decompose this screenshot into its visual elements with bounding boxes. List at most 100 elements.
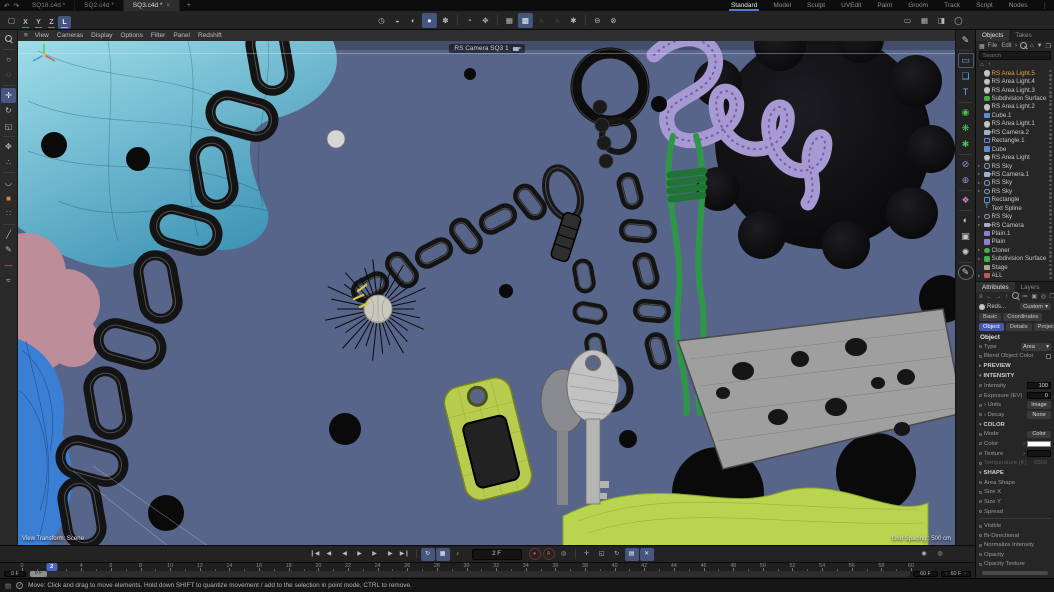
- visibility-dots[interactable]: [1049, 272, 1052, 279]
- next-key-button[interactable]: ∙▶: [383, 548, 397, 561]
- section-header-intensity[interactable]: ▾INTENSITY: [979, 371, 1051, 381]
- close-icon[interactable]: ×: [166, 3, 170, 9]
- preview-range-bar[interactable]: 0 F: [29, 571, 910, 577]
- document-tab[interactable]: SQ18.c4d *: [23, 0, 75, 11]
- range-start-grabber[interactable]: 0 F: [30, 571, 48, 577]
- snap-mode-button[interactable]: ◒: [390, 13, 405, 28]
- knife-tool[interactable]: ╱: [1, 227, 16, 242]
- panel-scrollbar[interactable]: [982, 571, 1048, 575]
- object-row[interactable]: RS Area Light.4: [978, 77, 1054, 85]
- visibility-dots[interactable]: [1049, 146, 1052, 153]
- status-menu-icon[interactable]: ▤: [5, 582, 11, 590]
- keyframe-dot[interactable]: [979, 500, 982, 503]
- redo-icon[interactable]: ↷: [13, 2, 18, 10]
- keyframe-dot[interactable]: [979, 394, 982, 397]
- quantize-b-button[interactable]: ∘: [550, 13, 565, 28]
- attribute-field[interactable]: 0: [1027, 392, 1051, 399]
- prev-key-button[interactable]: ◀∙: [323, 548, 337, 561]
- viewport-menu-options[interactable]: Options: [120, 32, 142, 39]
- section-header-color[interactable]: ▾COLOR: [979, 420, 1051, 430]
- prev-frame-button[interactable]: ◀: [338, 548, 352, 561]
- camera-label[interactable]: RS Camera SQ3 1: [448, 44, 524, 53]
- layout-tab-uvedit[interactable]: UVEdit: [833, 0, 869, 11]
- visibility-dots[interactable]: [1049, 163, 1052, 170]
- layout-tab-script[interactable]: Script: [968, 0, 1001, 11]
- solo-toggle-button[interactable]: ◎: [933, 548, 947, 561]
- visibility-dots[interactable]: [1049, 171, 1052, 178]
- objects-menu-edit[interactable]: Edit: [1001, 43, 1011, 49]
- lock-x-button[interactable]: X: [19, 16, 32, 29]
- attribute-tab-project[interactable]: Project: [1034, 323, 1054, 331]
- layout-tab-track[interactable]: Track: [936, 0, 968, 11]
- object-row[interactable]: Plain: [978, 238, 1054, 246]
- keyframe-dot[interactable]: [979, 355, 982, 358]
- axis-mode-button[interactable]: L: [58, 16, 71, 29]
- search-icon[interactable]: [1020, 42, 1027, 51]
- layout-tab-standard[interactable]: Standard: [723, 0, 765, 11]
- lock-icon[interactable]: ▣: [1032, 293, 1038, 300]
- object-row[interactable]: RS Area Light.5: [978, 69, 1054, 77]
- undo-icon[interactable]: ↶: [4, 2, 9, 10]
- section-header-preview[interactable]: ▸PREVIEW: [979, 361, 1051, 371]
- render-view-button[interactable]: ▭: [900, 13, 915, 28]
- volume-tool[interactable]: ◐: [958, 213, 974, 228]
- lock-z-button[interactable]: Z: [45, 16, 58, 29]
- expander-icon[interactable]: ▸: [978, 222, 982, 228]
- document-tab[interactable]: SQ2.c4d *: [75, 0, 124, 11]
- viewport-search-tool[interactable]: [1, 32, 16, 47]
- object-row[interactable]: Rectangle: [978, 196, 1054, 204]
- playhead[interactable]: 2: [46, 563, 57, 571]
- snap-grid-button[interactable]: ▩: [518, 13, 533, 28]
- field-tool[interactable]: ⊕: [958, 173, 974, 188]
- visibility-dots[interactable]: [1049, 255, 1052, 262]
- tab-attributes[interactable]: Attributes: [976, 282, 1015, 292]
- spinner-left-arrow[interactable]: ‹: [946, 571, 948, 577]
- spinner-right-arrow[interactable]: ›: [964, 571, 966, 577]
- render-to-picture-viewer-button[interactable]: ▦: [917, 13, 932, 28]
- rotate-tool[interactable]: ↻: [1, 104, 16, 119]
- layout-overflow-button[interactable]: ⋮: [1036, 0, 1054, 11]
- shading-button[interactable]: ◐: [406, 13, 421, 28]
- move-tool[interactable]: ✛: [1, 88, 16, 103]
- jump-end-button[interactable]: ▶❙: [398, 548, 412, 561]
- object-row[interactable]: Rectangle.1: [978, 137, 1054, 145]
- expand-arrow-icon[interactable]: ›: [1023, 451, 1025, 457]
- new-window-icon[interactable]: ❐: [1046, 43, 1051, 50]
- subdivision-surface-tool[interactable]: ◉: [958, 105, 974, 120]
- visibility-dots[interactable]: [1049, 137, 1052, 144]
- checkbox[interactable]: [1046, 354, 1052, 360]
- filter-icon[interactable]: ≔: [1022, 293, 1028, 300]
- object-row[interactable]: TText Spline: [978, 204, 1054, 212]
- keyframe-dot[interactable]: [979, 404, 982, 407]
- points-tool[interactable]: ∷: [1, 207, 16, 222]
- layout-tab-nodes[interactable]: Nodes: [1001, 0, 1036, 11]
- attribute-dropdown[interactable]: Area▾: [1021, 343, 1051, 351]
- generator-tool[interactable]: ❋: [958, 121, 974, 136]
- object-row[interactable]: ▸RS Sky: [978, 212, 1054, 220]
- attribute-tab-object[interactable]: Object: [979, 323, 1004, 331]
- visibility-dots[interactable]: [1049, 154, 1052, 161]
- expander-icon[interactable]: ▸: [978, 180, 982, 186]
- object-row[interactable]: Stage: [978, 263, 1054, 271]
- home-icon[interactable]: ⌂: [1030, 43, 1034, 49]
- object-row[interactable]: RS Area Light.3: [978, 86, 1054, 94]
- visibility-dots[interactable]: [1049, 188, 1052, 195]
- expander-icon[interactable]: ▸: [978, 273, 982, 279]
- object-row[interactable]: Subdivision Surface.1: [978, 94, 1054, 102]
- keyframe-dot[interactable]: [979, 544, 982, 547]
- ik-toggle-button[interactable]: ◉: [917, 548, 931, 561]
- visibility-dots[interactable]: [1049, 222, 1052, 229]
- viewport-menu-icon[interactable]: ≡: [24, 32, 28, 39]
- keyframe-dot[interactable]: [979, 510, 982, 513]
- team-render-button[interactable]: ◯: [951, 13, 966, 28]
- playback-mode-button[interactable]: ↻: [421, 548, 435, 561]
- range-end-field[interactable]: 60 F: [913, 571, 938, 578]
- attribute-tab-details[interactable]: Details: [1006, 323, 1032, 331]
- live-selection-tool[interactable]: ○: [1, 52, 16, 67]
- attribute-cycle-button[interactable]: Image: [1027, 401, 1051, 409]
- axis-modify-button[interactable]: ✥: [478, 13, 493, 28]
- document-tab[interactable]: SQ3.c4d *×: [124, 0, 180, 11]
- visibility-dots[interactable]: [1049, 196, 1052, 203]
- viewport-canvas[interactable]: RS Camera SQ3 1 View Transform: Scene Gr…: [18, 41, 955, 545]
- tab-objects[interactable]: Objects: [976, 30, 1009, 41]
